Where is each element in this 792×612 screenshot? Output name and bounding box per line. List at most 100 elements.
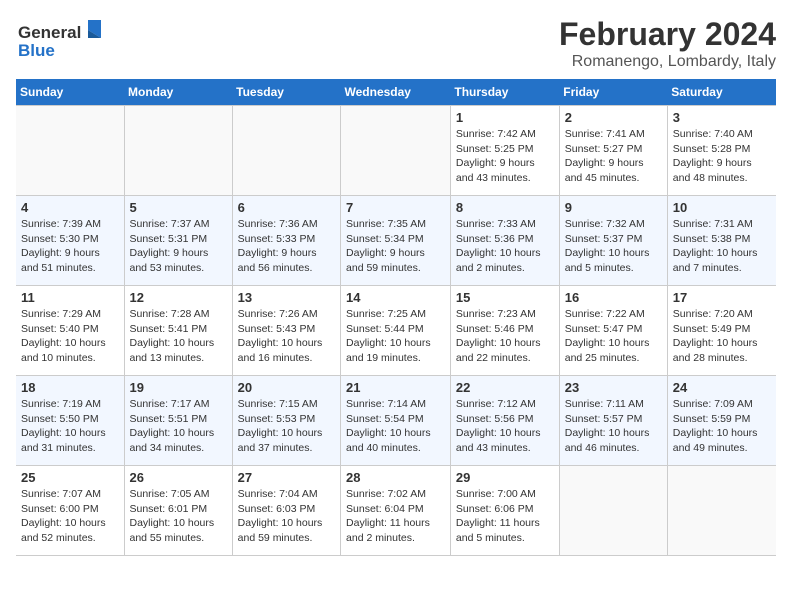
day-info: Sunrise: 7:07 AM Sunset: 6:00 PM Dayligh… bbox=[21, 487, 119, 546]
day-info: Sunrise: 7:40 AM Sunset: 5:28 PM Dayligh… bbox=[673, 127, 771, 186]
calendar-cell bbox=[232, 106, 340, 196]
calendar-cell: 4 Sunrise: 7:39 AM Sunset: 5:30 PM Daylig… bbox=[16, 196, 124, 286]
day-number: 21 bbox=[346, 380, 445, 395]
day-header-saturday: Saturday bbox=[667, 79, 776, 106]
day-info: Sunrise: 7:39 AM Sunset: 5:30 PM Dayligh… bbox=[21, 217, 119, 276]
day-number: 19 bbox=[130, 380, 227, 395]
calendar-cell: 27 Sunrise: 7:04 AM Sunset: 6:03 PM Dayli… bbox=[232, 466, 340, 556]
day-number: 7 bbox=[346, 200, 445, 215]
day-info: Sunrise: 7:25 AM Sunset: 5:44 PM Dayligh… bbox=[346, 307, 445, 366]
day-info: Sunrise: 7:35 AM Sunset: 5:34 PM Dayligh… bbox=[346, 217, 445, 276]
day-number: 11 bbox=[21, 290, 119, 305]
day-header-friday: Friday bbox=[559, 79, 667, 106]
day-info: Sunrise: 7:20 AM Sunset: 5:49 PM Dayligh… bbox=[673, 307, 771, 366]
day-info: Sunrise: 7:04 AM Sunset: 6:03 PM Dayligh… bbox=[238, 487, 335, 546]
day-number: 18 bbox=[21, 380, 119, 395]
day-number: 23 bbox=[565, 380, 662, 395]
calendar-cell: 8Sunrise: 7:33 AM Sunset: 5:36 PM Daylig… bbox=[450, 196, 559, 286]
calendar-week-2: 4 Sunrise: 7:39 AM Sunset: 5:30 PM Daylig… bbox=[16, 196, 776, 286]
calendar-cell: 18 Sunrise: 7:19 AM Sunset: 5:50 PM Dayli… bbox=[16, 376, 124, 466]
calendar-cell: 17 Sunrise: 7:20 AM Sunset: 5:49 PM Dayli… bbox=[667, 286, 776, 376]
day-info: Sunrise: 7:29 AM Sunset: 5:40 PM Dayligh… bbox=[21, 307, 119, 366]
day-number: 13 bbox=[238, 290, 335, 305]
subtitle: Romanengo, Lombardy, Italy bbox=[559, 53, 776, 71]
calendar-cell: 12 Sunrise: 7:28 AM Sunset: 5:41 PM Dayli… bbox=[124, 286, 232, 376]
day-info: Sunrise: 7:26 AM Sunset: 5:43 PM Dayligh… bbox=[238, 307, 335, 366]
day-info: Sunrise: 7:12 AM Sunset: 5:56 PM Dayligh… bbox=[456, 397, 554, 456]
day-number: 28 bbox=[346, 470, 445, 485]
day-number: 6 bbox=[238, 200, 335, 215]
day-number: 25 bbox=[21, 470, 119, 485]
calendar-cell bbox=[341, 106, 451, 196]
day-info: Sunrise: 7:37 AM Sunset: 5:31 PM Dayligh… bbox=[130, 217, 227, 276]
day-info: Sunrise: 7:36 AM Sunset: 5:33 PM Dayligh… bbox=[238, 217, 335, 276]
svg-text:Blue: Blue bbox=[18, 41, 55, 60]
day-info: Sunrise: 7:28 AM Sunset: 5:41 PM Dayligh… bbox=[130, 307, 227, 366]
day-info: Sunrise: 7:00 AM Sunset: 6:06 PM Dayligh… bbox=[456, 487, 554, 546]
calendar-cell bbox=[559, 466, 667, 556]
calendar-cell: 2Sunrise: 7:41 AM Sunset: 5:27 PM Daylig… bbox=[559, 106, 667, 196]
calendar-cell: 15 Sunrise: 7:23 AM Sunset: 5:46 PM Dayli… bbox=[450, 286, 559, 376]
calendar-cell bbox=[16, 106, 124, 196]
day-number: 17 bbox=[673, 290, 771, 305]
calendar-cell: 26 Sunrise: 7:05 AM Sunset: 6:01 PM Dayli… bbox=[124, 466, 232, 556]
day-info: Sunrise: 7:17 AM Sunset: 5:51 PM Dayligh… bbox=[130, 397, 227, 456]
title-area: February 2024 Romanengo, Lombardy, Italy bbox=[559, 16, 776, 71]
day-info: Sunrise: 7:09 AM Sunset: 5:59 PM Dayligh… bbox=[673, 397, 771, 456]
calendar-cell: 23 Sunrise: 7:11 AM Sunset: 5:57 PM Dayli… bbox=[559, 376, 667, 466]
day-number: 16 bbox=[565, 290, 662, 305]
calendar-cell: 29 Sunrise: 7:00 AM Sunset: 6:06 PM Dayli… bbox=[450, 466, 559, 556]
calendar-cell: 9Sunrise: 7:32 AM Sunset: 5:37 PM Daylig… bbox=[559, 196, 667, 286]
day-info: Sunrise: 7:11 AM Sunset: 5:57 PM Dayligh… bbox=[565, 397, 662, 456]
calendar-cell: 14 Sunrise: 7:25 AM Sunset: 5:44 PM Dayli… bbox=[341, 286, 451, 376]
calendar-cell: 16Sunrise: 7:22 AM Sunset: 5:47 PM Dayli… bbox=[559, 286, 667, 376]
day-number: 22 bbox=[456, 380, 554, 395]
day-header-sunday: Sunday bbox=[16, 79, 124, 106]
day-number: 26 bbox=[130, 470, 227, 485]
calendar-cell: 25 Sunrise: 7:07 AM Sunset: 6:00 PM Dayli… bbox=[16, 466, 124, 556]
day-number: 27 bbox=[238, 470, 335, 485]
calendar-cell: 1Sunrise: 7:42 AM Sunset: 5:25 PM Daylig… bbox=[450, 106, 559, 196]
calendar-cell: 20Sunrise: 7:15 AM Sunset: 5:53 PM Dayli… bbox=[232, 376, 340, 466]
calendar-table: SundayMondayTuesdayWednesdayThursdayFrid… bbox=[16, 79, 776, 556]
header: General Blue February 2024 Romanengo, Lo… bbox=[16, 16, 776, 71]
day-number: 14 bbox=[346, 290, 445, 305]
calendar-cell: 13 Sunrise: 7:26 AM Sunset: 5:43 PM Dayli… bbox=[232, 286, 340, 376]
calendar-week-5: 25 Sunrise: 7:07 AM Sunset: 6:00 PM Dayli… bbox=[16, 466, 776, 556]
day-info: Sunrise: 7:02 AM Sunset: 6:04 PM Dayligh… bbox=[346, 487, 445, 546]
calendar-cell: 11 Sunrise: 7:29 AM Sunset: 5:40 PM Dayli… bbox=[16, 286, 124, 376]
calendar-cell: 3 Sunrise: 7:40 AM Sunset: 5:28 PM Daylig… bbox=[667, 106, 776, 196]
svg-text:General: General bbox=[18, 23, 81, 42]
calendar-cell: 19 Sunrise: 7:17 AM Sunset: 5:51 PM Dayli… bbox=[124, 376, 232, 466]
day-info: Sunrise: 7:23 AM Sunset: 5:46 PM Dayligh… bbox=[456, 307, 554, 366]
day-number: 8 bbox=[456, 200, 554, 215]
logo-icon: General Blue bbox=[16, 16, 106, 66]
calendar-week-3: 11 Sunrise: 7:29 AM Sunset: 5:40 PM Dayli… bbox=[16, 286, 776, 376]
calendar-cell: 7 Sunrise: 7:35 AM Sunset: 5:34 PM Daylig… bbox=[341, 196, 451, 286]
day-header-wednesday: Wednesday bbox=[341, 79, 451, 106]
day-number: 9 bbox=[565, 200, 662, 215]
day-number: 5 bbox=[130, 200, 227, 215]
calendar-cell: 28 Sunrise: 7:02 AM Sunset: 6:04 PM Dayli… bbox=[341, 466, 451, 556]
day-header-tuesday: Tuesday bbox=[232, 79, 340, 106]
day-info: Sunrise: 7:05 AM Sunset: 6:01 PM Dayligh… bbox=[130, 487, 227, 546]
day-info: Sunrise: 7:19 AM Sunset: 5:50 PM Dayligh… bbox=[21, 397, 119, 456]
calendar-cell: 21Sunrise: 7:14 AM Sunset: 5:54 PM Dayli… bbox=[341, 376, 451, 466]
day-number: 3 bbox=[673, 110, 771, 125]
main-title: February 2024 bbox=[559, 16, 776, 53]
day-number: 20 bbox=[238, 380, 335, 395]
calendar-week-1: 1Sunrise: 7:42 AM Sunset: 5:25 PM Daylig… bbox=[16, 106, 776, 196]
day-number: 29 bbox=[456, 470, 554, 485]
day-number: 12 bbox=[130, 290, 227, 305]
days-header-row: SundayMondayTuesdayWednesdayThursdayFrid… bbox=[16, 79, 776, 106]
day-number: 15 bbox=[456, 290, 554, 305]
calendar-week-4: 18 Sunrise: 7:19 AM Sunset: 5:50 PM Dayli… bbox=[16, 376, 776, 466]
day-info: Sunrise: 7:42 AM Sunset: 5:25 PM Dayligh… bbox=[456, 127, 554, 186]
calendar-cell: 24 Sunrise: 7:09 AM Sunset: 5:59 PM Dayli… bbox=[667, 376, 776, 466]
day-number: 24 bbox=[673, 380, 771, 395]
day-info: Sunrise: 7:31 AM Sunset: 5:38 PM Dayligh… bbox=[673, 217, 771, 276]
calendar-cell: 5 Sunrise: 7:37 AM Sunset: 5:31 PM Daylig… bbox=[124, 196, 232, 286]
calendar-cell: 6 Sunrise: 7:36 AM Sunset: 5:33 PM Daylig… bbox=[232, 196, 340, 286]
day-number: 2 bbox=[565, 110, 662, 125]
day-number: 4 bbox=[21, 200, 119, 215]
